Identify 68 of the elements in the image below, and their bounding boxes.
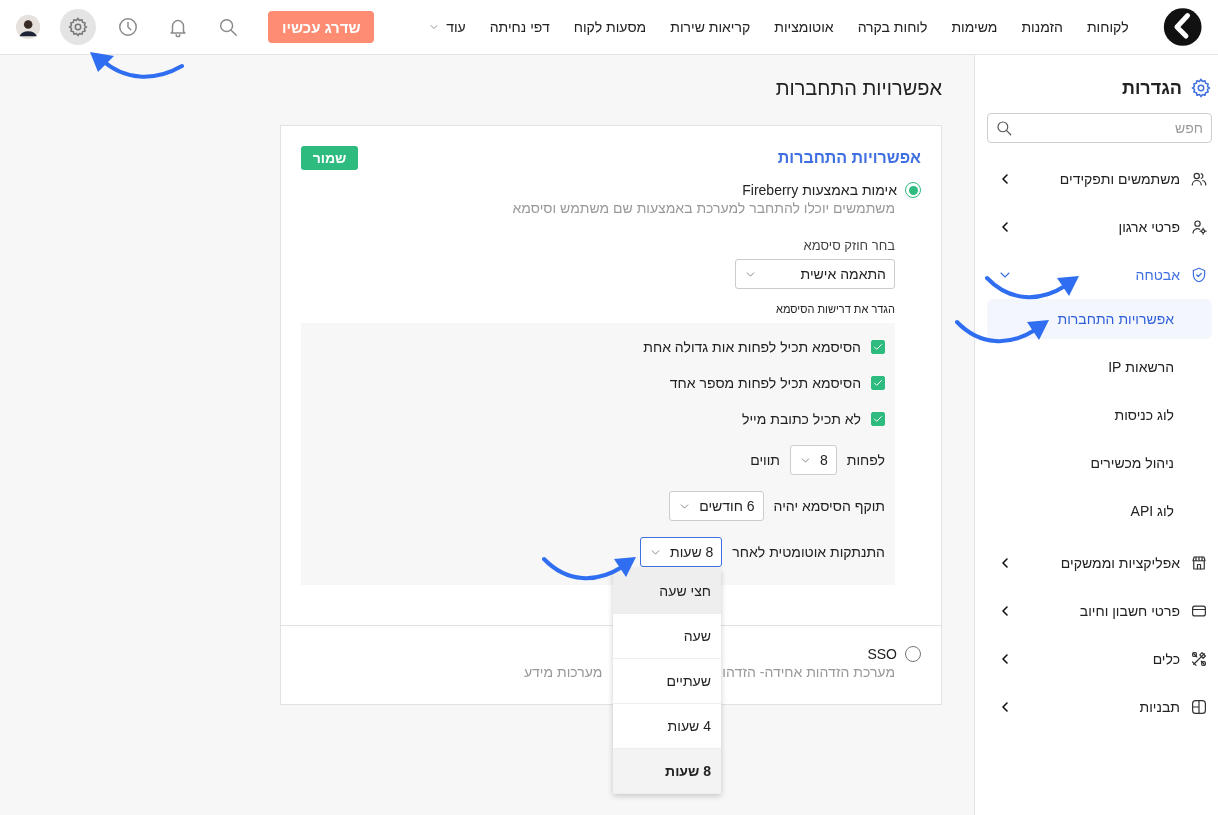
sidebar-item[interactable]: משתמשים ותפקידים [987,155,1212,203]
nav-link[interactable]: משימות [939,19,1010,35]
section-title: אפשרויות התחברות [777,149,921,167]
sidebar-subitem[interactable]: לוג כניסות [987,395,1212,435]
sidebar-title: הגדרות [1122,77,1182,99]
card-icon [1190,602,1208,620]
checkbox-label: לא תכיל כתובת מייל [742,411,861,427]
option-description: מערכת הזדהות אחידה- הזדהו [722,664,895,680]
checkbox[interactable] [871,412,885,426]
field-label: תוקף הסיסמא יהיה [773,498,885,514]
nav-link[interactable]: דפי נחיתה [477,19,562,35]
clock-icon [117,16,140,38]
field-label: תווים [750,452,780,468]
dropdown-option[interactable]: חצי שעה [613,569,721,614]
sidebar-subitem[interactable]: ניהול מכשירים [987,443,1212,483]
search-icon [217,16,240,38]
sidebar-item[interactable]: פרטי חשבון וחיוב [987,587,1212,635]
shield-check-icon [1190,266,1208,284]
dropdown-option[interactable]: שעתיים [613,659,721,704]
search-field[interactable]: חפש [987,113,1212,143]
dropdown-option[interactable]: שעה [613,614,721,659]
checkbox[interactable] [871,340,885,354]
checkbox[interactable] [871,376,885,390]
layout-icon [1190,698,1208,716]
dropdown-option[interactable]: 8 שעות [613,749,721,794]
field-label: הגדר את דרישות הסיסמא [775,303,895,315]
dropdown-select[interactable]: 6 חודשים [669,491,764,521]
nav-link[interactable]: הזמנות [1009,19,1075,35]
option-description: משתמשים יוכלו להתחבר למערכת באמצעות שם משתמש וסיסמא [511,200,895,216]
store-icon [1190,554,1208,572]
nav-link[interactable]: לקוחות [1074,19,1141,35]
option-label: SSO [867,646,897,662]
search-icon [995,119,1013,137]
field-label: בחר חוזק סיסמא [802,238,895,253]
strength-select[interactable]: התאמה אישית [735,259,895,289]
check-icon [872,341,884,353]
sidebar-item[interactable]: אפליקציות וממשקים [987,539,1212,587]
page-title: אפשרויות התחברות [774,77,942,101]
sidebar-item[interactable]: תבניות [987,683,1212,731]
nav-link[interactable]: עוד [416,19,478,35]
checkbox-label: הסיסמא תכיל לפחות אות גדולה אחת [643,339,861,355]
sidebar-item[interactable]: כלים [987,635,1212,683]
nav-link[interactable]: קריאות שירות [658,19,763,35]
checkbox-label: הסיסמא תכיל לפחות מספר אחד [669,375,861,391]
settings-icon [1190,77,1212,99]
check-icon [872,377,884,389]
dropdown-select[interactable]: 8 שעות [640,537,723,567]
nav-link[interactable]: לוחות בקרה [845,19,940,35]
dropdown-select[interactable]: 8 [790,445,837,475]
tools-icon [1190,650,1208,668]
check-icon [872,413,884,425]
sidebar-subitem[interactable]: לוג API [987,491,1212,531]
field-label: התנתקות אוטומטית לאחר [732,544,885,560]
field-label: לפחות [846,452,885,468]
sidebar-item[interactable]: אבטחה [987,251,1212,299]
avatar-icon [16,14,41,40]
sidebar-item[interactable]: פרטי ארגון [987,203,1212,251]
users-icon [1190,170,1208,188]
option-label: אימות באמצעות Fireberry [742,182,897,198]
nav-link[interactable]: אוטומציות [762,19,846,35]
sidebar-subitem[interactable]: אפשרויות התחברות [987,299,1212,339]
sidebar-subitem[interactable]: הרשאות IP [987,347,1212,387]
user-gear-icon [1190,218,1208,236]
settings-icon [67,16,90,38]
settings-button[interactable] [60,9,97,45]
logo-icon [1162,6,1202,48]
nav-link[interactable]: מסעות לקוח [561,19,659,35]
option-description: מערכות מידע [523,664,603,680]
